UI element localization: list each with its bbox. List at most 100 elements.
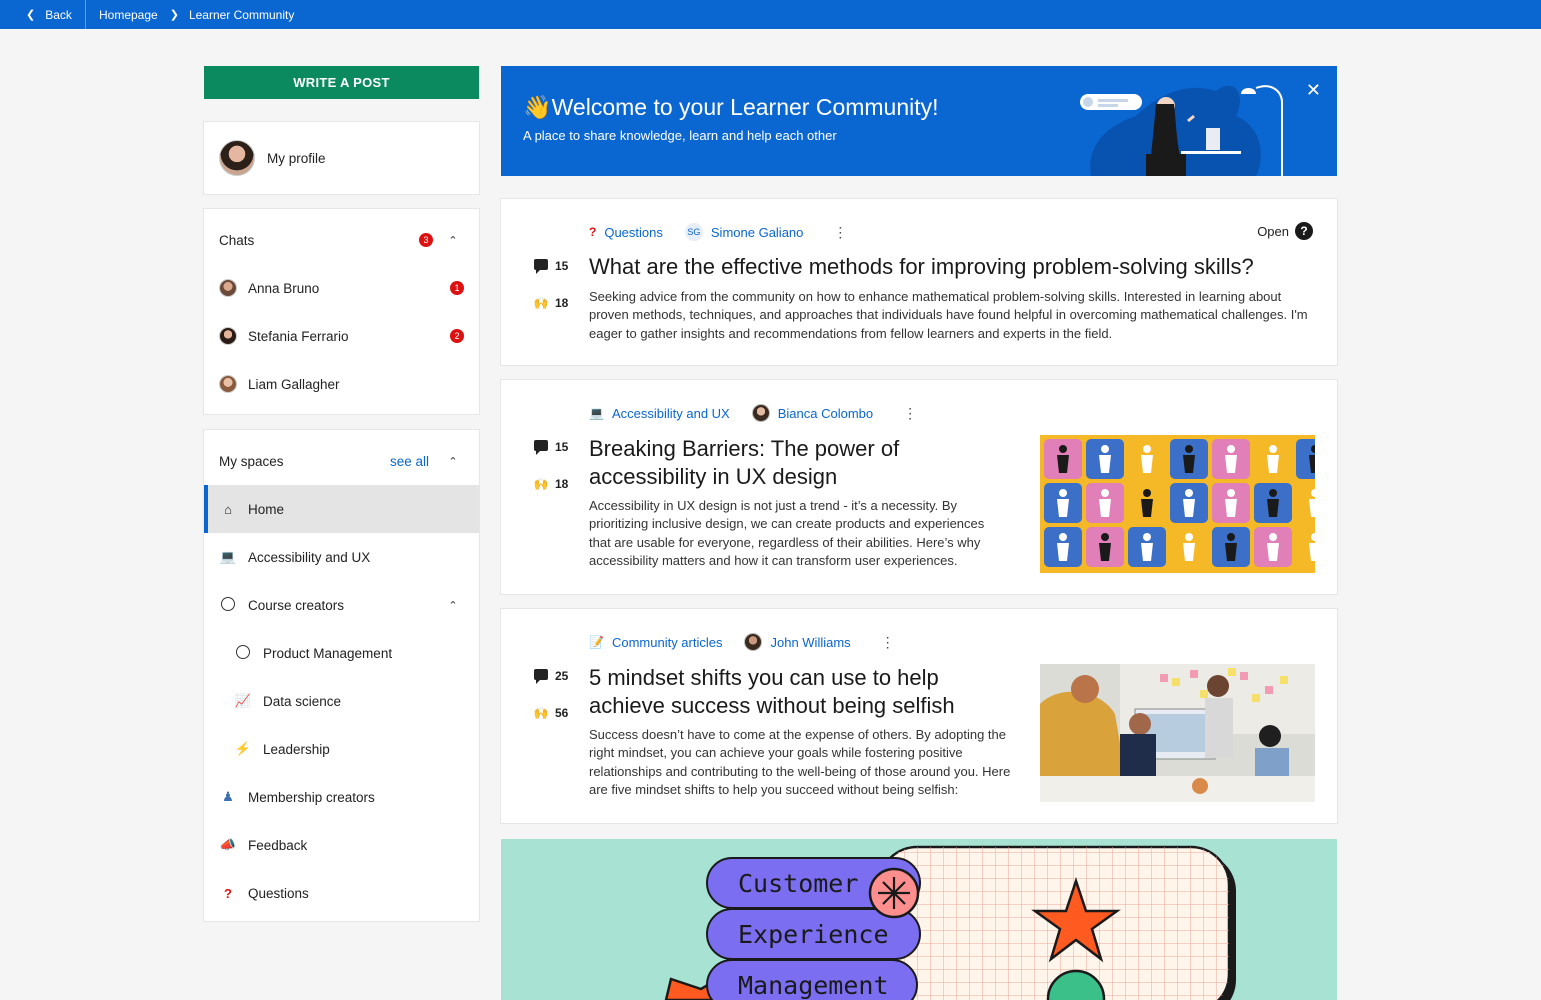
reaction-count: 🙌 18 (533, 296, 569, 310)
lightning-icon: ⚡ (234, 741, 252, 756)
post-meta: 💻 Accessibility and UX Bianca Colombo ⋮ (589, 404, 917, 422)
more-options-icon[interactable]: ⋮ (833, 224, 847, 241)
author-link[interactable]: Simone Galiano (711, 225, 804, 240)
raised-hands-icon: 🙌 (533, 296, 549, 310)
space-label: Accessibility and UX (248, 549, 371, 565)
chat-item-liam-gallagher[interactable]: Liam Gallagher (204, 360, 479, 408)
author-link[interactable]: John Williams (770, 635, 850, 650)
post-title[interactable]: Breaking Barriers: The power of accessib… (589, 435, 1009, 491)
post-card[interactable]: 💻 Accessibility and UX Bianca Colombo ⋮ … (501, 380, 1337, 594)
breadcrumb-learner-community[interactable]: Learner Community (189, 8, 294, 22)
cx-illustration (664, 845, 1236, 1000)
chat-name: Stefania Ferrario (248, 328, 349, 344)
chat-item-anna-bruno[interactable]: Anna Bruno 1 (204, 264, 479, 312)
more-options-icon[interactable]: ⋮ (881, 634, 895, 651)
home-icon: ⌂ (224, 501, 232, 517)
banner-subtitle: A place to share knowledge, learn and he… (523, 128, 837, 143)
spaces-header: My spaces see all ⌃ (204, 430, 479, 492)
space-item-leadership[interactable]: ⚡ Leadership (204, 725, 479, 773)
post-title[interactable]: 5 mindset shifts you can use to help ach… (589, 664, 1009, 720)
post-thumbnail-accessibility (1040, 435, 1315, 573)
see-all-link[interactable]: see all (390, 454, 429, 469)
chart-icon: 📈 (234, 693, 252, 708)
circle-icon (219, 596, 237, 614)
my-profile-label: My profile (267, 150, 326, 166)
author-link[interactable]: Bianca Colombo (778, 406, 873, 421)
waving-hand-icon: 👋 (523, 94, 552, 120)
comment-count: 15 (533, 438, 568, 456)
chats-title: Chats (219, 232, 255, 248)
space-item-home[interactable]: ⌂ Home (204, 485, 479, 533)
chat-name: Anna Bruno (248, 280, 320, 296)
comment-count: 15 (533, 257, 568, 275)
cx-management-card[interactable]: Customer Experience Management (501, 839, 1337, 1000)
space-item-data-science[interactable]: 📈 Data science (204, 677, 479, 725)
welcome-banner: 👋Welcome to your Learner Community! A pl… (501, 66, 1337, 176)
avatar (219, 327, 237, 345)
raised-hands-icon: 🙌 (533, 477, 549, 491)
category-link[interactable]: Community articles (612, 635, 723, 650)
unread-badge: 1 (450, 281, 464, 295)
space-label: Course creators (248, 597, 345, 613)
chats-panel: Chats 3 ⌃ Anna Bruno 1 Stefania Ferrario… (204, 209, 479, 414)
space-item-product-management[interactable]: Product Management (204, 629, 479, 677)
space-label: Home (248, 501, 285, 517)
help-icon[interactable]: ? (1295, 222, 1313, 240)
back-label: Back (45, 7, 72, 22)
post-title[interactable]: What are the effective methods for impro… (589, 253, 1319, 281)
post-card[interactable]: ? Questions SG Simone Galiano ⋮ Open ? 1… (501, 199, 1337, 365)
avatar (219, 140, 255, 176)
category-link[interactable]: Accessibility and UX (612, 406, 730, 421)
comment-icon (534, 440, 548, 455)
space-label: Questions (248, 885, 309, 901)
avatar (219, 279, 237, 297)
raised-hands-icon: 🙌 (533, 706, 549, 720)
memo-icon: 📝 (589, 635, 604, 649)
write-post-button[interactable]: WRITE A POST (204, 66, 479, 99)
chevron-right-icon: ❯ (169, 9, 179, 21)
unread-badge: 2 (450, 329, 464, 343)
laptop-icon: 💻 (589, 406, 604, 420)
my-spaces-panel: My spaces see all ⌃ ⌂ Home 💻 Accessibili… (204, 430, 479, 921)
post-body: Seeking advice from the community on how… (589, 289, 1308, 341)
category-link[interactable]: Questions (604, 225, 663, 240)
space-item-membership-creators[interactable]: ♟ Membership creators (204, 773, 479, 821)
avatar: SG (684, 223, 703, 241)
spaces-title: My spaces (219, 453, 284, 469)
question-icon: ? (224, 885, 232, 901)
close-icon[interactable]: ✕ (1306, 80, 1321, 101)
chats-count-badge: 3 (419, 233, 433, 247)
circle-icon (234, 644, 252, 662)
megaphone-icon: 📣 (219, 837, 237, 852)
avatar (744, 633, 763, 651)
space-item-questions[interactable]: ? Questions (204, 869, 479, 917)
space-label: Feedback (248, 837, 308, 853)
breadcrumb-homepage[interactable]: Homepage (99, 8, 158, 22)
comment-icon (534, 259, 548, 274)
chevron-up-icon[interactable]: ⌃ (441, 234, 465, 247)
chevron-up-icon[interactable]: ⌃ (441, 455, 465, 468)
space-item-feedback[interactable]: 📣 Feedback (204, 821, 479, 869)
post-stats: 25 🙌 56 (533, 667, 568, 741)
my-profile-card[interactable]: My profile (204, 122, 479, 194)
space-item-course-creators[interactable]: Course creators ⌃ (204, 581, 479, 629)
chat-item-stefania-ferrario[interactable]: Stefania Ferrario 2 (204, 312, 479, 360)
space-label: Leadership (263, 741, 330, 757)
post-card[interactable]: 📝 Community articles John Williams ⋮ 25 … (501, 609, 1337, 823)
banner-illustration (1080, 85, 1283, 176)
chevron-up-icon[interactable]: ⌃ (441, 599, 465, 612)
post-status: Open ? (1257, 222, 1313, 240)
space-item-accessibility-and-ux[interactable]: 💻 Accessibility and UX (204, 533, 479, 581)
reaction-count: 🙌 56 (533, 706, 569, 720)
post-meta: 📝 Community articles John Williams ⋮ (589, 633, 895, 651)
more-options-icon[interactable]: ⋮ (903, 405, 917, 422)
back-button[interactable]: ❮ Back (0, 0, 86, 29)
post-stats: 15 🙌 18 (533, 257, 568, 331)
banner-title: 👋Welcome to your Learner Community! (523, 94, 939, 121)
post-stats: 15 🙌 18 (533, 438, 568, 512)
comment-icon (534, 669, 548, 684)
avatar (219, 375, 237, 393)
people-icon: ♟ (222, 789, 234, 804)
pill-management: Management (706, 959, 918, 1000)
chats-header: Chats 3 ⌃ (204, 209, 479, 271)
